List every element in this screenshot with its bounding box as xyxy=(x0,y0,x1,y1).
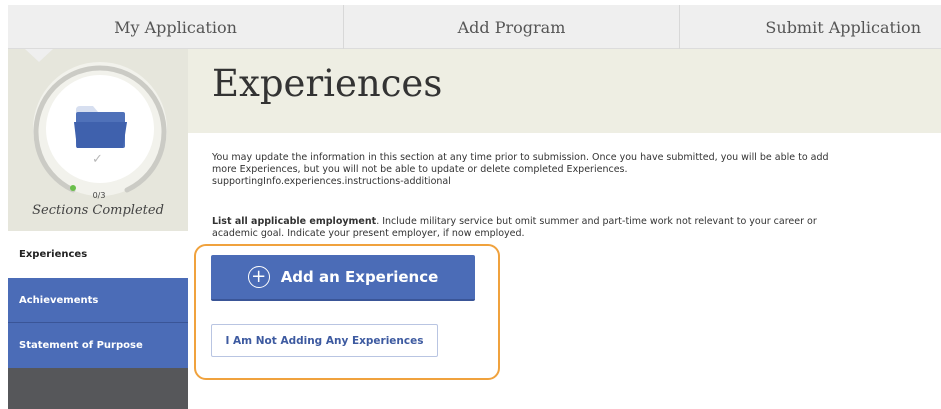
top-nav: My Application Add Program Submit Applic… xyxy=(8,5,941,49)
sidebar-item-label: Statement of Purpose xyxy=(19,340,143,351)
instructions-line1: You may update the information in this s… xyxy=(212,152,829,175)
sections-count: 0/3 xyxy=(92,191,106,200)
tab-label: Submit Application xyxy=(765,17,921,37)
sidebar-item-statement-of-purpose[interactable]: Statement of Purpose xyxy=(8,323,188,368)
add-experience-label: Add an Experience xyxy=(280,268,439,286)
not-adding-experiences-button[interactable]: I Am Not Adding Any Experiences xyxy=(211,324,438,357)
employment-instructions: List all applicable employment. Include … xyxy=(212,216,852,240)
sidebar-item-label: Achievements xyxy=(19,294,99,306)
sidebar-footer xyxy=(8,368,188,409)
plus-circle-icon: + xyxy=(247,266,270,288)
sections-completed-label: Sections Completed xyxy=(32,203,164,218)
instructions-line2: supportingInfo.experiences.instructions-… xyxy=(212,176,451,187)
sidebar-item-achievements[interactable]: Achievements xyxy=(8,278,188,323)
sidebar-item-label: Experiences xyxy=(19,249,88,260)
tab-label: Add Program xyxy=(457,17,566,37)
tab-label: My Application xyxy=(114,17,237,37)
folder-icon xyxy=(74,106,127,148)
page-title: Experiences xyxy=(212,62,443,105)
tab-my-application[interactable]: My Application xyxy=(8,5,344,49)
add-experience-button[interactable]: + Add an Experience xyxy=(211,255,475,301)
employment-heading: List all applicable employment xyxy=(212,216,377,227)
progress-start-dot xyxy=(70,185,76,191)
instructions-text: You may update the information in this s… xyxy=(212,152,852,188)
not-adding-label: I Am Not Adding Any Experiences xyxy=(225,334,424,347)
sidebar-item-experiences[interactable]: Experiences xyxy=(8,231,188,278)
checkmark-icon: ✓ xyxy=(92,152,103,167)
tab-add-program[interactable]: Add Program xyxy=(344,5,680,49)
tab-submit-application[interactable]: Submit Application xyxy=(680,5,941,49)
active-tab-pointer xyxy=(25,49,53,62)
